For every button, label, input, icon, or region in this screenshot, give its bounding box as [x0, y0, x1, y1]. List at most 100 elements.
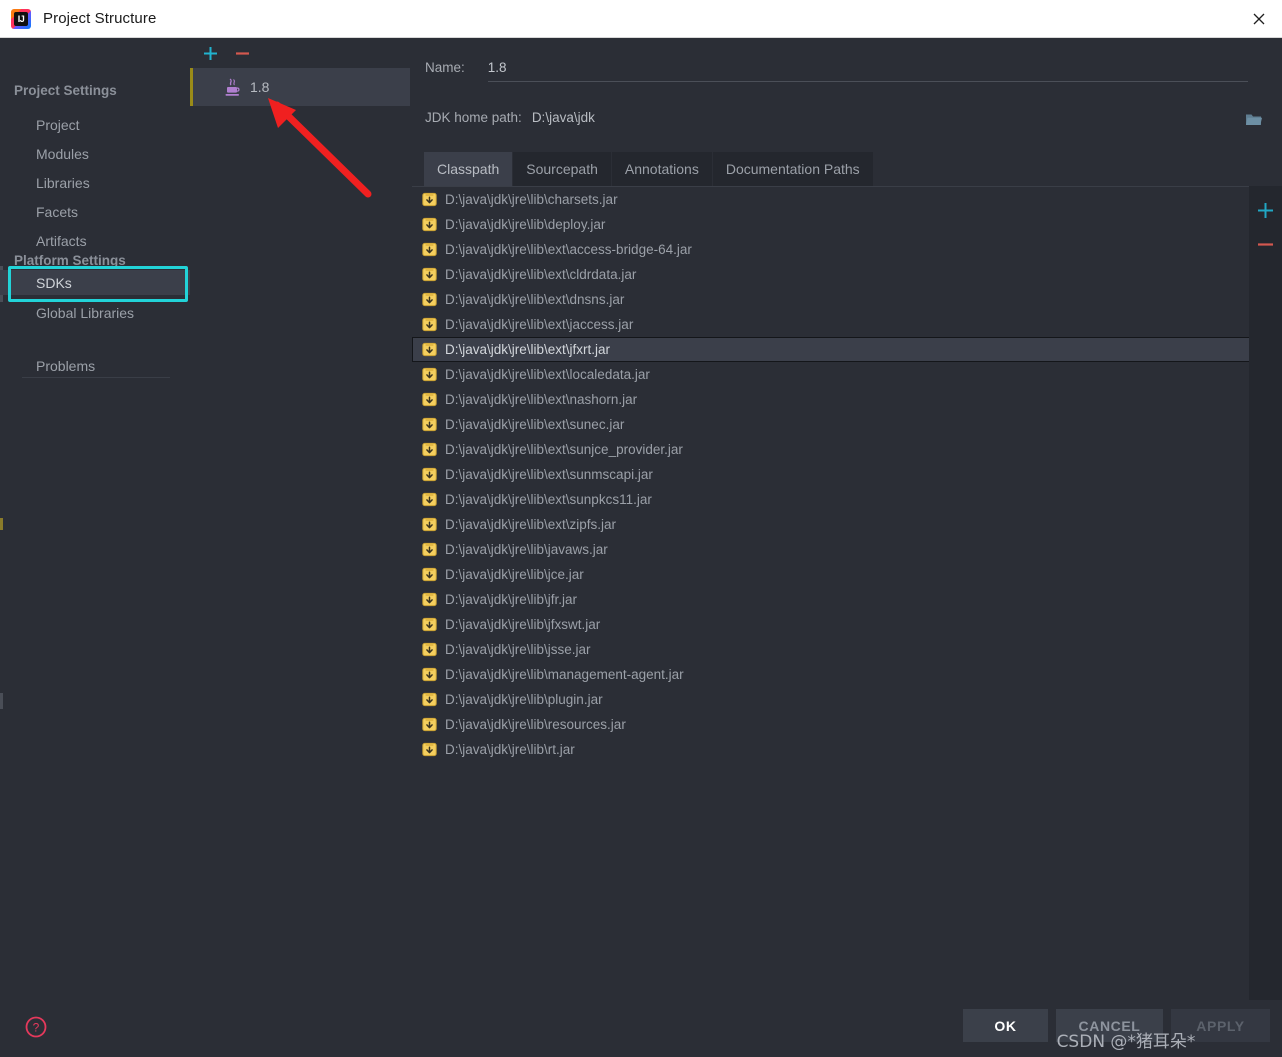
- classpath-entry-path: D:\java\jdk\jre\lib\jsse.jar: [445, 642, 591, 657]
- edge-marker: [0, 693, 3, 709]
- sdk-list-item-label: 1.8: [250, 79, 269, 95]
- tab-classpath[interactable]: Classpath: [424, 152, 513, 186]
- cancel-button[interactable]: CANCEL: [1056, 1009, 1163, 1042]
- sidebar-group-header: Platform Settings: [14, 253, 126, 268]
- classpath-entry-row[interactable]: D:\java\jdk\jre\lib\jfxswt.jar: [412, 612, 1250, 637]
- classpath-entry-path: D:\java\jdk\jre\lib\ext\jfxrt.jar: [445, 342, 610, 357]
- sidebar-item-libraries[interactable]: Libraries: [0, 170, 190, 195]
- sdk-name-input[interactable]: 1.8: [488, 60, 1248, 82]
- sidebar-item-label: Artifacts: [36, 233, 87, 249]
- jdk-home-path-label: JDK home path:: [425, 110, 522, 125]
- classpath-entry-path: D:\java\jdk\jre\lib\charsets.jar: [445, 192, 618, 207]
- classpath-entry-row[interactable]: D:\java\jdk\jre\lib\ext\dnsns.jar: [412, 287, 1250, 312]
- classpath-entry-row[interactable]: D:\java\jdk\jre\lib\ext\jaccess.jar: [412, 312, 1250, 337]
- tab-label: Documentation Paths: [726, 161, 860, 177]
- sidebar-item-label: SDKs: [36, 275, 72, 291]
- sdk-list-item-1-8[interactable]: 1.8: [190, 68, 410, 106]
- window-title: Project Structure: [43, 10, 156, 27]
- jar-archive-icon: [422, 567, 437, 582]
- add-classpath-entry-button[interactable]: [1251, 196, 1279, 224]
- classpath-entry-row[interactable]: D:\java\jdk\jre\lib\ext\access-bridge-64…: [412, 237, 1250, 262]
- remove-sdk-button[interactable]: [231, 42, 253, 64]
- jar-archive-icon: [422, 642, 437, 657]
- jdk-home-path-row: JDK home path: D:\java\jdk: [425, 110, 595, 125]
- tab-sourcepath[interactable]: Sourcepath: [513, 152, 612, 186]
- classpath-entry-path: D:\java\jdk\jre\lib\plugin.jar: [445, 692, 603, 707]
- jar-archive-icon: [422, 367, 437, 382]
- classpath-entry-row[interactable]: D:\java\jdk\jre\lib\ext\sunjce_provider.…: [412, 437, 1250, 462]
- classpath-entry-row[interactable]: D:\java\jdk\jre\lib\ext\jfxrt.jar: [412, 337, 1250, 362]
- classpath-entry-path: D:\java\jdk\jre\lib\ext\localedata.jar: [445, 367, 650, 382]
- tab-documentation-paths[interactable]: Documentation Paths: [713, 152, 874, 186]
- classpath-entry-path: D:\java\jdk\jre\lib\ext\dnsns.jar: [445, 292, 624, 307]
- sidebar-item-label: Facets: [36, 204, 78, 220]
- close-icon[interactable]: [1236, 0, 1282, 37]
- classpath-list[interactable]: D:\java\jdk\jre\lib\charsets.jar D:\java\…: [412, 186, 1250, 1038]
- classpath-entry-path: D:\java\jdk\jre\lib\resources.jar: [445, 717, 626, 732]
- jar-archive-icon: [422, 592, 437, 607]
- classpath-entry-path: D:\java\jdk\jre\lib\ext\jaccess.jar: [445, 317, 633, 332]
- classpath-entry-path: D:\java\jdk\jre\lib\rt.jar: [445, 742, 575, 757]
- jar-archive-icon: [422, 692, 437, 707]
- classpath-entry-row[interactable]: D:\java\jdk\jre\lib\ext\nashorn.jar: [412, 387, 1250, 412]
- sidebar-item-label: Libraries: [36, 175, 90, 191]
- jar-archive-icon: [422, 442, 437, 457]
- classpath-entry-path: D:\java\jdk\jre\lib\jce.jar: [445, 567, 584, 582]
- classpath-entry-row[interactable]: D:\java\jdk\jre\lib\deploy.jar: [412, 212, 1250, 237]
- jar-archive-icon: [422, 542, 437, 557]
- java-cup-icon: [224, 78, 241, 97]
- sidebar-item-artifacts[interactable]: Artifacts: [0, 228, 190, 253]
- sidebar-item-sdks[interactable]: SDKs: [0, 270, 190, 295]
- classpath-entry-path: D:\java\jdk\jre\lib\ext\sunpkcs11.jar: [445, 492, 652, 507]
- remove-classpath-entry-button[interactable]: [1251, 230, 1279, 258]
- classpath-entry-row[interactable]: D:\java\jdk\jre\lib\javaws.jar: [412, 537, 1250, 562]
- classpath-entry-row[interactable]: D:\java\jdk\jre\lib\resources.jar: [412, 712, 1250, 737]
- help-circle-icon[interactable]: ?: [22, 1013, 50, 1041]
- sidebar-item-problems[interactable]: Problems: [0, 353, 190, 378]
- ok-button[interactable]: OK: [963, 1009, 1048, 1042]
- classpath-entry-path: D:\java\jdk\jre\lib\jfr.jar: [445, 592, 577, 607]
- jdk-home-path-value[interactable]: D:\java\jdk: [532, 110, 595, 125]
- jar-archive-icon: [422, 617, 437, 632]
- add-sdk-button[interactable]: [199, 42, 221, 64]
- sdk-list: 1.8: [190, 68, 410, 1000]
- classpath-entry-row[interactable]: D:\java\jdk\jre\lib\ext\sunpkcs11.jar: [412, 487, 1250, 512]
- classpath-entry-path: D:\java\jdk\jre\lib\ext\sunjce_provider.…: [445, 442, 683, 457]
- sidebar-item-facets[interactable]: Facets: [0, 199, 190, 224]
- sdk-name-row: Name: 1.8: [425, 60, 1248, 82]
- sdk-name-label: Name:: [425, 60, 465, 75]
- sidebar-item-label: Global Libraries: [36, 305, 134, 321]
- classpath-entry-row[interactable]: D:\java\jdk\jre\lib\rt.jar: [412, 737, 1250, 762]
- classpath-entry-path: D:\java\jdk\jre\lib\ext\access-bridge-64…: [445, 242, 692, 257]
- folder-icon[interactable]: [1241, 106, 1267, 132]
- classpath-entry-path: D:\java\jdk\jre\lib\ext\cldrdata.jar: [445, 267, 636, 282]
- tab-label: Annotations: [625, 161, 699, 177]
- classpath-entry-row[interactable]: D:\java\jdk\jre\lib\ext\sunmscapi.jar: [412, 462, 1250, 487]
- sidebar-item-modules[interactable]: Modules: [0, 141, 190, 166]
- classpath-entry-row[interactable]: D:\java\jdk\jre\lib\jsse.jar: [412, 637, 1250, 662]
- classpath-entry-row[interactable]: D:\java\jdk\jre\lib\ext\localedata.jar: [412, 362, 1250, 387]
- classpath-entry-path: D:\java\jdk\jre\lib\management-agent.jar: [445, 667, 684, 682]
- sidebar-item-global-libraries[interactable]: Global Libraries: [0, 300, 190, 325]
- classpath-entry-row[interactable]: D:\java\jdk\jre\lib\charsets.jar: [412, 187, 1250, 212]
- window-titlebar: IJ Project Structure: [0, 0, 1282, 38]
- tab-label: Sourcepath: [526, 161, 598, 177]
- classpath-entry-row[interactable]: D:\java\jdk\jre\lib\jce.jar: [412, 562, 1250, 587]
- classpath-entry-path: D:\java\jdk\jre\lib\javaws.jar: [445, 542, 608, 557]
- sdk-detail-pane: Name: 1.8 JDK home path: D:\java\jdk Cla…: [411, 38, 1282, 1000]
- sidebar-item-label: Modules: [36, 146, 89, 162]
- jar-archive-icon: [422, 192, 437, 207]
- sidebar-item-project[interactable]: Project: [0, 112, 190, 137]
- classpath-entry-path: D:\java\jdk\jre\lib\ext\nashorn.jar: [445, 392, 637, 407]
- classpath-entry-row[interactable]: D:\java\jdk\jre\lib\jfr.jar: [412, 587, 1250, 612]
- sidebar-item-label: Problems: [36, 358, 95, 374]
- tab-annotations[interactable]: Annotations: [612, 152, 713, 186]
- jar-archive-icon: [422, 742, 437, 757]
- intellij-idea-logo-icon: IJ: [11, 9, 31, 29]
- classpath-entry-row[interactable]: D:\java\jdk\jre\lib\management-agent.jar: [412, 662, 1250, 687]
- classpath-entry-row[interactable]: D:\java\jdk\jre\lib\ext\zipfs.jar: [412, 512, 1250, 537]
- apply-button: APPLY: [1171, 1009, 1270, 1042]
- classpath-entry-row[interactable]: D:\java\jdk\jre\lib\plugin.jar: [412, 687, 1250, 712]
- classpath-entry-row[interactable]: D:\java\jdk\jre\lib\ext\cldrdata.jar: [412, 262, 1250, 287]
- classpath-entry-row[interactable]: D:\java\jdk\jre\lib\ext\sunec.jar: [412, 412, 1250, 437]
